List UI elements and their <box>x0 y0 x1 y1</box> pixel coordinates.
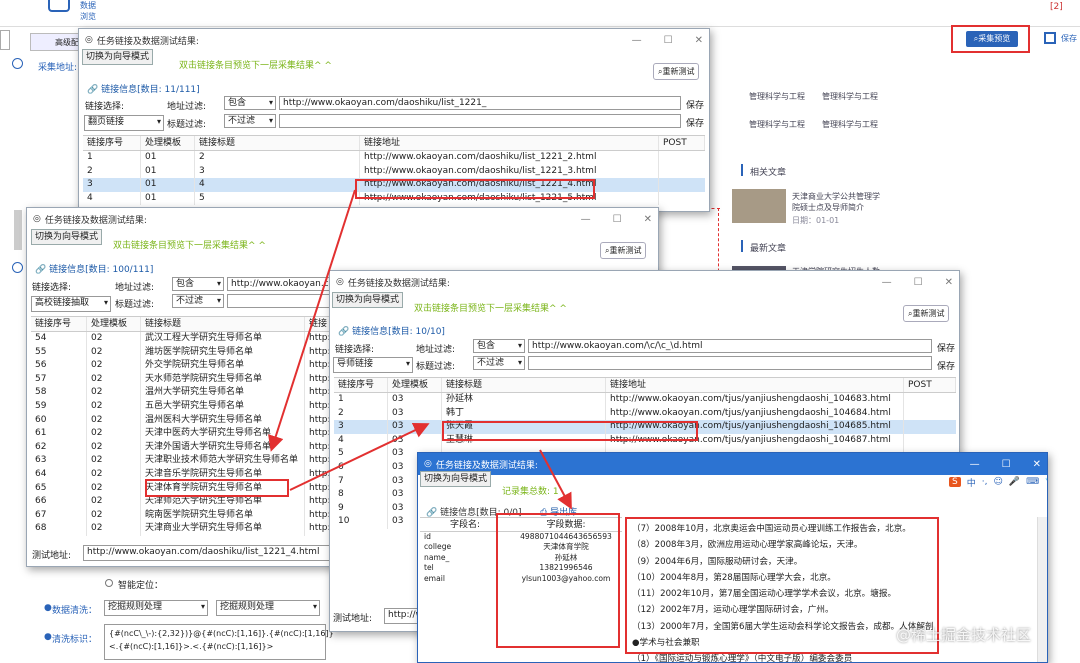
arrow-1 <box>268 189 356 452</box>
arrow-3 <box>539 449 572 510</box>
arrow-2 <box>289 422 430 491</box>
flow-arrows <box>268 189 572 510</box>
watermark: @稀土掘金技术社区 <box>896 626 1032 644</box>
